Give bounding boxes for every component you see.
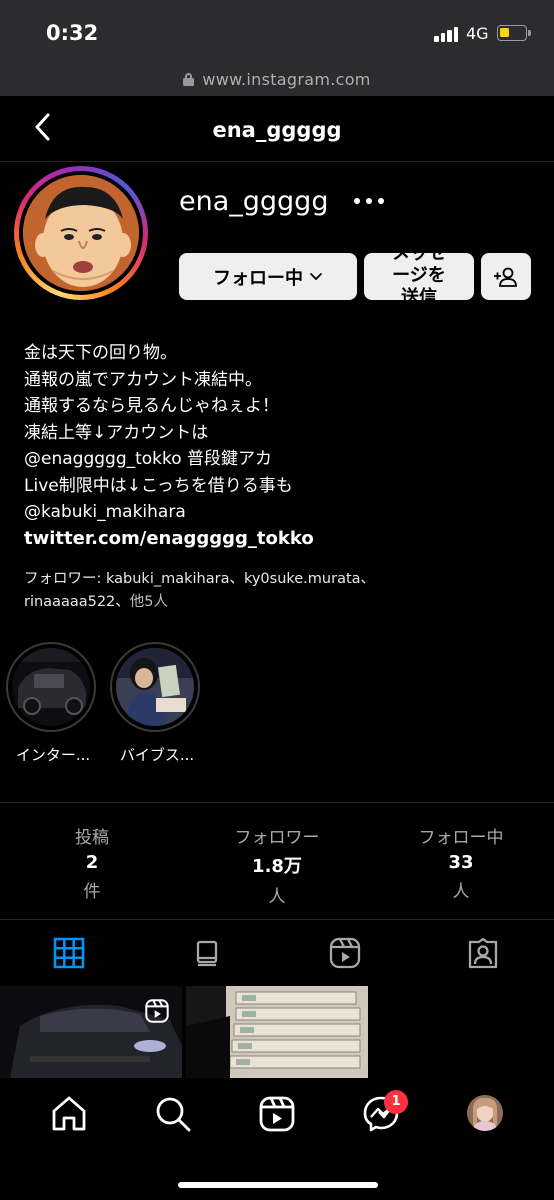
bio-line: @kabuki_makihara (24, 502, 186, 522)
highlight-label: バイブス... (119, 746, 195, 764)
ellipsis-icon[interactable] (352, 194, 386, 208)
highlight-cover (12, 648, 90, 726)
message-button-line1: メッセ (392, 253, 446, 264)
followed-by-names: kabuki_makihara、ky0suke.murata、 (106, 571, 376, 587)
highlight-label: インター... (15, 746, 91, 764)
story-highlight[interactable]: バイブス... (110, 642, 204, 765)
tagged-icon[interactable] (466, 936, 500, 970)
profile-username: ena_ggggg (179, 186, 329, 217)
highlight-cover (116, 648, 194, 726)
network-type: 4G (466, 24, 489, 43)
bio-line: Live制限中は↓こっちを借りる事も (24, 475, 293, 496)
stat-label: フォロワー (234, 828, 320, 848)
message-button-line3: 送信 (401, 287, 437, 300)
profile-bio: 金は天下の回り物。 通報の嵐でアカウント凍結中。 通報するなら見るんじゃねぇよ！… (24, 340, 314, 552)
battery-icon (497, 25, 531, 41)
reels-icon[interactable] (328, 936, 362, 970)
stat-value: 1.8万 (252, 856, 302, 877)
followed-by-prefix: フォロワー: (24, 571, 106, 587)
followed-by-others: 他5人 (129, 594, 169, 610)
bio-line: @enaggggg_tokko 普段鍵アカ (24, 449, 273, 469)
stat-label: 投稿 (75, 828, 109, 848)
status-bar: 0:32 4G (0, 0, 554, 62)
page-title: ena_ggggg (212, 118, 342, 142)
bio-line: 金は天下の回り物。 (24, 343, 177, 363)
stat-posts: 投稿 2 件 (17, 823, 167, 902)
following-button-label: フォロー中 (213, 267, 303, 289)
message-button-line2: ージを (392, 265, 446, 286)
following-button[interactable]: フォロー中 (179, 253, 357, 300)
stat-unit: 人 (268, 887, 286, 907)
reels-icon (145, 999, 169, 1023)
bio-website-link[interactable]: twitter.com/enaggggg_tokko (24, 526, 314, 553)
avatar-image (23, 175, 139, 291)
reels-icon[interactable] (257, 1094, 297, 1134)
grid-icon[interactable] (52, 936, 86, 970)
followed-by-names: rinaaaaa522、 (24, 594, 130, 610)
stat-unit: 人 (452, 882, 470, 902)
browser-url-bar[interactable]: www.instagram.com (0, 62, 554, 96)
avatar[interactable] (14, 166, 148, 300)
profile-header: ena_ggggg (0, 96, 554, 162)
bio-line: 通報の嵐でアカウント凍結中。 (24, 369, 262, 390)
add-user-button[interactable] (481, 253, 531, 300)
post-thumbnail[interactable] (0, 986, 182, 1078)
home-icon[interactable] (49, 1094, 89, 1134)
notification-badge: 1 (384, 1090, 408, 1114)
lock-icon (183, 72, 195, 86)
chevron-down-icon (310, 272, 322, 280)
add-user-icon (494, 267, 517, 287)
posts-grid (0, 986, 554, 1078)
profile-tabs (0, 920, 554, 986)
stat-value: 33 (448, 852, 474, 873)
search-icon[interactable] (153, 1094, 193, 1134)
post-thumbnail[interactable] (186, 986, 368, 1078)
stat-followers[interactable]: フォロワー 1.8万 人 (202, 823, 352, 907)
status-time: 0:32 (46, 21, 99, 45)
bio-line: 通報するなら見るんじゃねぇよ！ (24, 396, 279, 416)
profile-stats: 投稿 2 件 フォロワー 1.8万 人 フォロー中 33 人 (0, 802, 554, 920)
message-button[interactable]: メッセ ージを 送信 (364, 253, 474, 300)
home-indicator (178, 1182, 378, 1188)
stat-value: 2 (85, 852, 99, 873)
url-text: www.instagram.com (202, 69, 371, 89)
followed-by[interactable]: フォロワー: kabuki_makihara、ky0suke.murata、 r… (24, 568, 544, 614)
signal-icon (434, 26, 460, 42)
stat-unit: 件 (83, 882, 101, 902)
stat-label: フォロー中 (418, 828, 504, 848)
profile-avatar[interactable] (467, 1095, 503, 1131)
igtv-icon[interactable] (190, 936, 224, 970)
stat-following[interactable]: フォロー中 33 人 (386, 823, 536, 902)
story-highlight[interactable]: インター... (6, 642, 100, 765)
bio-line: 凍結上等↓アカウントは (24, 422, 209, 443)
